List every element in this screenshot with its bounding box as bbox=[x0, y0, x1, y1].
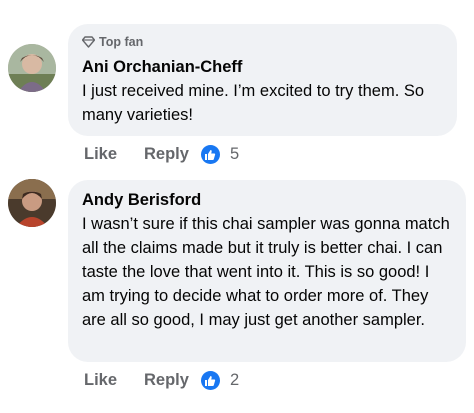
avatar[interactable] bbox=[8, 44, 56, 92]
avatar[interactable] bbox=[8, 179, 56, 227]
comment-text: I wasn’t sure if this chai sampler was g… bbox=[82, 215, 450, 329]
comment-actions: Like Reply 2 bbox=[84, 371, 239, 390]
reply-button[interactable]: Reply bbox=[144, 145, 189, 164]
author-name[interactable]: Andy Berisford bbox=[82, 191, 201, 210]
diamond-icon bbox=[82, 36, 95, 48]
like-button[interactable]: Like bbox=[84, 371, 144, 390]
reaction-count: 2 bbox=[229, 371, 240, 389]
reaction-count: 5 bbox=[229, 145, 240, 163]
author-name[interactable]: Ani Orchanian-Cheff bbox=[82, 58, 242, 77]
like-button[interactable]: Like bbox=[84, 145, 144, 164]
comment-actions: Like Reply 5 bbox=[84, 145, 239, 164]
top-fan-badge: Top fan bbox=[82, 35, 143, 49]
comment-text: I just received mine. I’m excited to try… bbox=[82, 82, 425, 124]
reactions-summary[interactable]: 2 bbox=[200, 371, 240, 390]
comment-bubble: Top fan Ani Orchanian-Cheff I just recei… bbox=[68, 24, 457, 136]
comment-bubble: Andy Berisford I wasn’t sure if this cha… bbox=[68, 180, 466, 362]
reactions-summary[interactable]: 5 bbox=[200, 145, 240, 164]
badge-label: Top fan bbox=[99, 35, 144, 49]
reply-button[interactable]: Reply bbox=[144, 371, 189, 390]
like-icon bbox=[200, 371, 220, 390]
like-icon bbox=[200, 145, 220, 164]
